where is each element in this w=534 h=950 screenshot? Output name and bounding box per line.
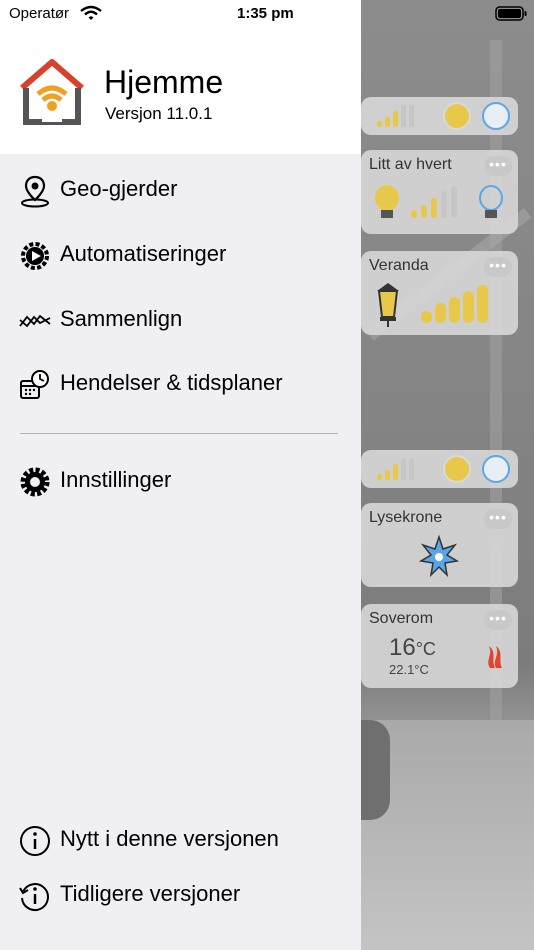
temperature-value: 16°C: [389, 634, 436, 661]
menu-label: Geo-gjerder: [60, 176, 178, 201]
lantern-icon: [377, 283, 399, 327]
side-drawer: Hjemme Versjon 11.0.1 Geo-gjerder Automa…: [0, 0, 361, 950]
device-card-mixed[interactable]: Litt av hvert •••: [361, 150, 518, 234]
flame-icon: [488, 646, 502, 668]
temperature-current: 22.1°C: [389, 662, 429, 677]
device-card-veranda[interactable]: Veranda •••: [361, 251, 518, 335]
gear-icon: [20, 467, 50, 497]
menu-item-events[interactable]: Hendelser & tidsplaner: [0, 356, 361, 412]
info-icon: [20, 826, 50, 856]
card-veranda-controls: [377, 283, 488, 327]
menu-item-compare[interactable]: Sammenlign: [0, 292, 361, 348]
menu-label: Automatiseringer: [60, 241, 227, 266]
menu-label: Hendelser & tidsplaner: [60, 370, 283, 395]
menu-divider: [20, 433, 338, 434]
menu-item-previous-versions[interactable]: Tidligere versjoner: [0, 867, 361, 923]
menu-item-whats-new[interactable]: Nytt i denne versjonen: [0, 812, 361, 868]
menu-item-automations[interactable]: Automatiseringer: [0, 227, 361, 283]
carrier-label: Operatør: [9, 5, 70, 22]
card-title: Soverom: [369, 610, 434, 627]
calendar-clock-icon: [20, 370, 49, 399]
app-title: Hjemme: [104, 64, 224, 100]
strip-2-controls: [377, 455, 510, 483]
menu-label: Nytt i denne versjonen: [60, 826, 279, 851]
history-info-icon: [19, 883, 49, 912]
device-strip-2[interactable]: [361, 450, 518, 488]
more-icon[interactable]: •••: [484, 610, 512, 630]
status-bar: Operatør 1:35 pm: [0, 0, 534, 28]
menu-label: Tidligere versjoner: [60, 881, 241, 906]
menu-item-settings[interactable]: Innstillinger: [0, 453, 361, 509]
wifi-icon: [80, 5, 102, 20]
gear-play-icon: [21, 242, 49, 270]
menu-label: Sammenlign: [60, 306, 183, 331]
location-pin-icon: [21, 175, 49, 208]
menu-label: Innstillinger: [60, 467, 172, 492]
bulb-off-icon: [479, 185, 503, 218]
app-version: Versjon 11.0.1: [105, 104, 213, 123]
background-pot: [360, 720, 390, 820]
device-strip-1[interactable]: [361, 97, 518, 135]
battery-icon: [495, 6, 527, 21]
device-card-soverom[interactable]: Soverom ••• 16°C 22.1°C: [361, 604, 518, 688]
clock: 1:35 pm: [237, 5, 294, 22]
compare-chart-icon: [19, 314, 51, 328]
bulb-on-icon: [375, 185, 399, 218]
app-logo-icon: [20, 59, 84, 125]
menu-item-geo[interactable]: Geo-gjerder: [0, 162, 361, 218]
strip-1-controls: [377, 102, 510, 130]
device-card-lysekrone[interactable]: Lysekrone •••: [361, 503, 518, 587]
chandelier-icon: [418, 534, 460, 578]
card-mixed-controls: [375, 185, 503, 218]
